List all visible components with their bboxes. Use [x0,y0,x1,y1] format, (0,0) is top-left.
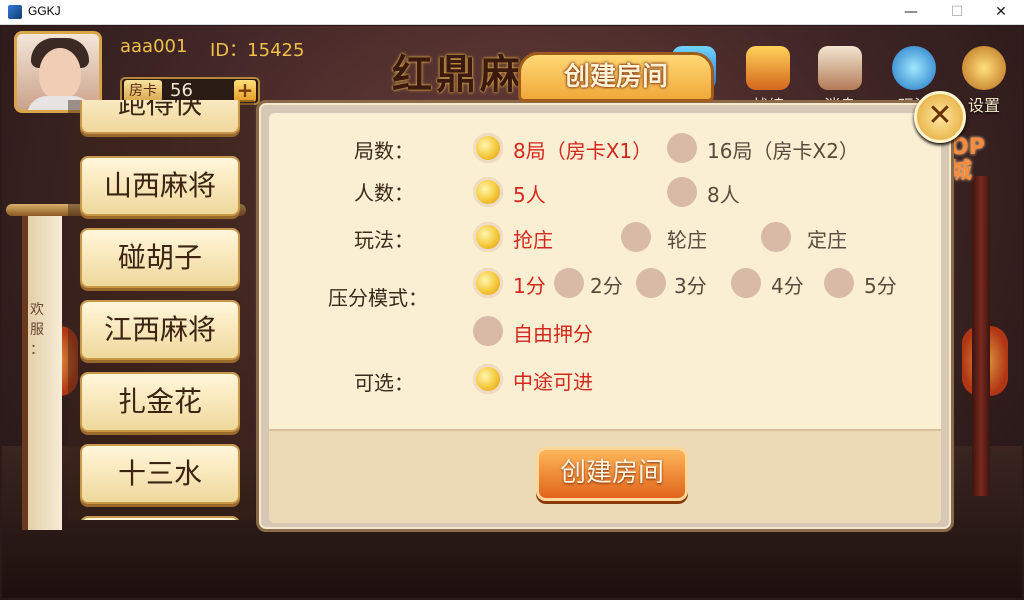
option-label: 抢庄 [513,228,553,252]
player-id: ID：15425 [210,40,305,61]
game-item-penghuzi[interactable]: 碰胡子 [80,228,240,288]
game-item-paodekuai[interactable]: 跑得快 [80,100,240,134]
game-item-shanxi-mahjong[interactable]: 山西麻将 [80,156,240,216]
dialog-title: 创建房间 [563,62,668,92]
radio-unselected-icon [473,316,503,346]
game-item-zhajinhua[interactable]: 扎金花 [80,372,240,432]
radio-selected-icon [473,268,503,298]
avatar-face [39,48,81,100]
rules-icon [892,46,936,90]
add-room-card-button[interactable]: + [234,80,256,102]
option-label: 轮庄 [667,228,707,252]
maximize-button[interactable]: ☐ [934,0,980,25]
checkbox-selected-icon [473,364,503,394]
radio-unselected-icon [667,133,697,163]
option-label: 16局（房卡X2） [707,139,859,163]
radio-unselected-icon [761,222,791,252]
window-titlebar: GGKJ — ☐ ✕ [0,0,1024,25]
option-label: 自由押分 [513,322,593,346]
app-icon [8,5,22,19]
option-label: 中途可进 [513,370,593,394]
optional-label: 可选： [354,371,414,395]
gear-icon [962,46,1006,90]
option-label: 8人 [707,183,740,207]
game-item-next[interactable] [80,516,240,520]
rounds-label: 局数： [354,139,414,163]
window-close-button[interactable]: ✕ [978,0,1024,25]
radio-selected-icon [473,133,503,163]
create-room-button[interactable]: 创建房间 [536,447,688,501]
game-item-shisanshui[interactable]: 十三水 [80,444,240,504]
option-label: 5分 [864,274,897,298]
room-card-label: 房卡 [124,80,162,102]
player-name: aaa001 [120,36,188,57]
option-label: 4分 [771,274,804,298]
players-label: 人数： [354,181,414,205]
shop-sign[interactable]: OP 城 [950,136,985,184]
room-card-count: 56 [170,80,193,101]
notice-text: 欢 服 ： [30,302,44,358]
radio-unselected-icon [554,268,584,298]
game-list[interactable]: 跑得快 山西麻将 碰胡子 江西麻将 扎金花 十三水 [68,100,254,520]
radio-selected-icon [473,177,503,207]
notice-scroll: 欢 服 ： [6,204,246,530]
radio-selected-icon [473,222,503,252]
bet-mode-label: 压分模式： [328,286,428,310]
radio-unselected-icon [824,268,854,298]
option-label: 5人 [513,183,546,207]
option-label: 2分 [590,274,623,298]
settings-button[interactable]: 设置 [958,46,1010,116]
message-icon [818,46,862,90]
radio-unselected-icon [636,268,666,298]
minimize-button[interactable]: — [888,0,934,25]
option-label: 定庄 [807,228,847,252]
option-label: 1分 [513,274,546,298]
close-dialog-button[interactable]: ✕ [914,91,966,143]
settings-label: 设置 [967,96,1000,115]
option-label: 8局（房卡X1） [513,139,653,163]
option-label: 3分 [674,274,707,298]
game-item-jiangxi-mahjong[interactable]: 江西麻将 [80,300,240,360]
radio-unselected-icon [621,222,651,252]
mode-label: 玩法： [354,228,414,252]
radio-unselected-icon [731,268,761,298]
dialog-title-tab: 创建房间 [518,52,714,102]
window-title: GGKJ [28,4,61,18]
record-icon [746,46,790,90]
pillar-decoration [972,176,990,496]
radio-unselected-icon [667,177,697,207]
